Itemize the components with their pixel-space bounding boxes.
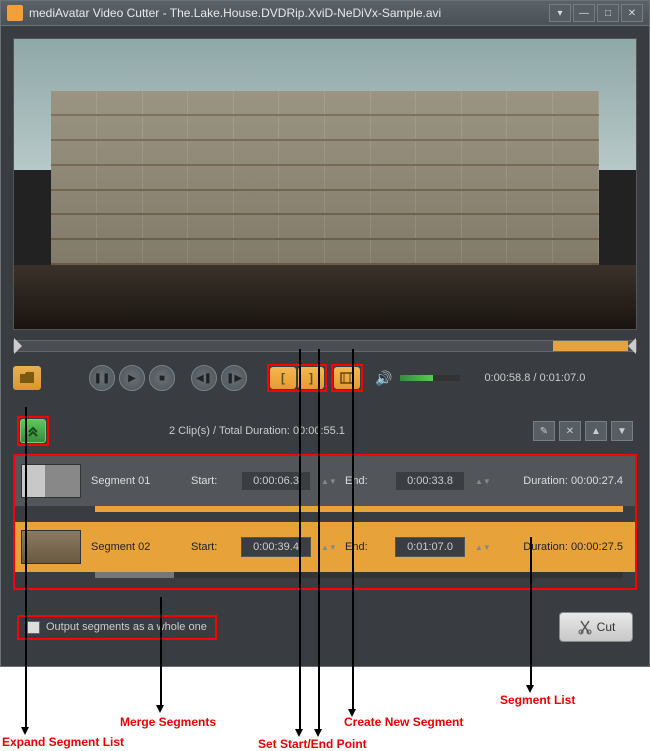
app-body: ❚❚ ▶ ■ ◀❚ ❚▶ [ ] 🔊 0:00:58.8 / 0:01:07.0… [0, 26, 650, 667]
segment-row[interactable]: Segment 02 Start: 0:00:39.4 ▲▼ End: 0:01… [15, 522, 635, 578]
timeline-range-start-handle[interactable] [14, 338, 22, 354]
next-frame-button[interactable]: ❚▶ [221, 365, 247, 391]
segment-thumbnail [21, 464, 81, 498]
volume-icon: 🔊 [375, 370, 392, 387]
segment-row[interactable]: Segment 01 Start: 0:00:06.3 ▲▼ End: 0:00… [15, 456, 635, 512]
footer: Output segments as a whole one Cut [13, 612, 637, 654]
start-stepper[interactable]: ▲▼ [321, 543, 335, 552]
move-segment-up-button[interactable]: ▲ [585, 421, 607, 441]
segment-summary-text: 2 Clip(s) / Total Duration: 00:00:55.1 [169, 425, 533, 437]
end-label: End: [345, 541, 385, 553]
play-button[interactable]: ▶ [119, 365, 145, 391]
settings-button[interactable]: ▾ [549, 4, 571, 22]
annotation-overlay: Expand Segment List Merge Segments Set S… [0, 667, 650, 747]
playback-controls: ❚❚ ▶ ■ ◀❚ ❚▶ [ ] 🔊 0:00:58.8 / 0:01:07.0 [13, 364, 637, 392]
timeline-slider[interactable] [13, 340, 637, 352]
end-time-input[interactable]: 0:00:33.8 [395, 471, 465, 491]
segment-list: Segment 01 Start: 0:00:06.3 ▲▼ End: 0:00… [13, 454, 637, 590]
merge-option-wrap: Output segments as a whole one [17, 615, 217, 640]
stop-button[interactable]: ■ [149, 365, 175, 391]
move-segment-down-button[interactable]: ▼ [611, 421, 633, 441]
app-icon [7, 5, 23, 21]
expand-segment-list-button[interactable] [20, 419, 46, 443]
duration-text: Duration: 00:00:27.4 [523, 475, 623, 487]
open-file-button[interactable] [13, 366, 41, 390]
playback-time: 0:00:58.8 / 0:01:07.0 [484, 372, 585, 384]
annotation-merge: Merge Segments [120, 715, 216, 729]
scissors-icon [577, 619, 593, 635]
delete-segment-button[interactable]: ✕ [559, 421, 581, 441]
end-label: End: [345, 475, 385, 487]
end-stepper[interactable]: ▲▼ [475, 543, 489, 552]
new-segment-button[interactable] [334, 367, 360, 389]
merge-segments-label: Output segments as a whole one [46, 621, 207, 633]
segment-thumbnail [21, 530, 81, 564]
new-segment-wrap [331, 364, 363, 392]
folder-icon [19, 371, 35, 385]
start-stepper[interactable]: ▲▼ [321, 477, 335, 486]
timeline-segment-fill [553, 341, 628, 351]
annotation-expand: Expand Segment List [2, 735, 124, 749]
minimize-button[interactable]: — [573, 4, 595, 22]
segment-name: Segment 02 [91, 541, 181, 553]
title-text: mediAvatar Video Cutter - The.Lake.House… [29, 6, 549, 20]
segment-list-header: 2 Clip(s) / Total Duration: 00:00:55.1 ✎… [13, 410, 637, 452]
prev-frame-button[interactable]: ◀❚ [191, 365, 217, 391]
close-button[interactable]: ✕ [621, 4, 643, 22]
segment-mini-timeline[interactable] [95, 506, 623, 512]
volume-slider[interactable] [400, 375, 460, 381]
annotation-startend: Set Start/End Point [258, 737, 367, 751]
merge-segments-checkbox[interactable] [27, 621, 40, 634]
annotation-seglist: Segment List [500, 693, 575, 707]
timeline-range-end-handle[interactable] [628, 338, 636, 354]
end-time-input[interactable]: 0:01:07.0 [395, 537, 465, 557]
end-stepper[interactable]: ▲▼ [475, 477, 489, 486]
set-end-point-button[interactable]: ] [298, 367, 324, 389]
cut-button[interactable]: Cut [559, 612, 633, 642]
annotation-newseg: Create New Segment [344, 715, 463, 729]
set-start-point-button[interactable]: [ [270, 367, 296, 389]
start-label: Start: [191, 475, 231, 487]
pause-button[interactable]: ❚❚ [89, 365, 115, 391]
segment-mini-timeline[interactable] [95, 572, 623, 578]
rename-segment-button[interactable]: ✎ [533, 421, 555, 441]
segment-name: Segment 01 [91, 475, 181, 487]
chevron-double-up-icon [26, 424, 40, 438]
video-preview [13, 38, 637, 330]
duration-text: Duration: 00:00:27.5 [523, 541, 623, 553]
title-bar: mediAvatar Video Cutter - The.Lake.House… [0, 0, 650, 26]
start-label: Start: [191, 541, 231, 553]
maximize-button[interactable]: □ [597, 4, 619, 22]
